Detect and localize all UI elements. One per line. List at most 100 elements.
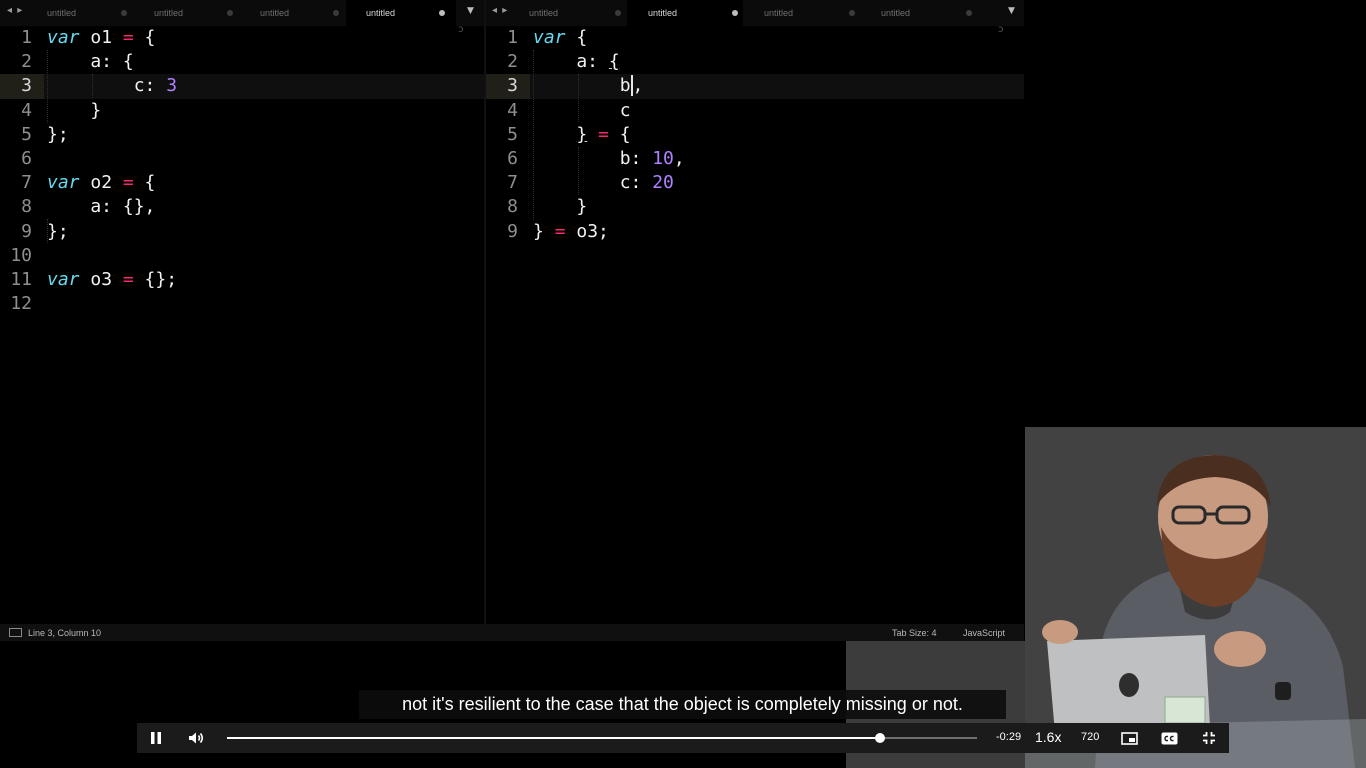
tab-left-2[interactable]: untitled [134,0,240,26]
code-line[interactable]: 1 var { [486,26,1024,50]
tab-overflow-chevron-icon[interactable]: ▼ [467,6,474,16]
line-gutter[interactable]: 5 [0,123,44,147]
picture-in-picture-icon [1120,731,1138,745]
tab-close-dot-icon[interactable] [849,10,855,16]
progress-bar[interactable] [227,733,977,743]
line-gutter[interactable]: 2 [0,50,44,74]
line-number: 6 [507,147,518,169]
line-number: 7 [507,172,518,194]
line-gutter[interactable]: 4 [0,99,44,123]
tab-left-1[interactable]: untitled [28,0,134,26]
tab-close-dot-icon[interactable] [615,10,621,16]
tab-close-dot-icon[interactable] [439,10,445,16]
token: a: {}, [47,196,156,218]
code-text: var o3 = {}; [47,268,177,292]
speaker-video [1025,427,1366,768]
line-gutter[interactable]: 7 [486,171,530,195]
code-line[interactable]: 1 var o1 = { [0,26,484,50]
code-line[interactable]: 7 c: 20 [486,171,1024,195]
code-text: } = { [533,123,630,147]
pause-button[interactable] [141,723,171,753]
line-gutter[interactable]: 3 [486,74,530,99]
status-bar: Line 3, Column 10 Tab Size: 4 JavaScript [0,624,1024,641]
quality-button[interactable]: 720 [1081,731,1099,743]
code-line[interactable]: 3 b, [486,74,1024,99]
code-line[interactable]: 11 var o3 = {}; [0,268,484,292]
picture-in-picture-button[interactable] [1114,723,1144,753]
code-line[interactable]: 12 [0,292,484,316]
code-line[interactable]: 5 } = { [486,123,1024,147]
closed-captions-button[interactable] [1154,723,1184,753]
tab-close-dot-icon[interactable] [333,10,339,16]
tab-left-3[interactable]: untitled [240,0,346,26]
tab-right-1[interactable]: untitled [512,0,627,26]
tab-close-dot-icon[interactable] [966,10,972,16]
code-line[interactable]: 10 [0,244,484,268]
volume-button[interactable] [181,723,211,753]
tab-right-2-active[interactable]: untitled [627,0,743,26]
line-gutter[interactable]: 12 [0,292,44,316]
tab-left-4-active[interactable]: untitled [346,0,456,26]
token: c [533,99,631,121]
tab-close-dot-icon[interactable] [732,10,738,16]
video-control-bar: -0:29 1.6x 720 [137,723,1229,753]
token-op: = [122,172,134,194]
tab-right-4[interactable]: untitled [860,0,977,26]
tab-size-setting[interactable]: Tab Size: 4 [892,628,937,638]
line-number: 5 [507,123,518,145]
exit-fullscreen-button[interactable] [1194,723,1224,753]
closed-captions-icon [1161,732,1177,744]
token: } [533,196,588,218]
line-number: 2 [21,51,32,73]
tab-close-dot-icon[interactable] [227,10,233,16]
code-line[interactable]: 6 b: 10, [486,147,1024,171]
syntax-mode[interactable]: JavaScript [963,628,1005,638]
line-gutter[interactable]: 7 [0,171,44,195]
line-gutter[interactable]: 8 [486,195,530,219]
tab-label: untitled [47,8,77,18]
code-line[interactable]: 3 c: 3 [0,74,484,99]
console-panel-icon[interactable] [9,628,22,637]
line-gutter[interactable]: 9 [0,220,44,244]
line-gutter[interactable]: 1 [0,26,44,50]
line-gutter[interactable]: 10 [0,244,44,268]
code-line[interactable]: 7 var o2 = { [0,171,484,195]
line-gutter[interactable]: 3 [0,74,44,99]
code-lines-left[interactable]: 1 var o1 = {2 a: {3 c: 34 } 5}; 6 7 var o2 = … [0,26,484,316]
code-line[interactable]: 6 [0,147,484,171]
line-gutter[interactable]: 6 [486,147,530,171]
tab-overflow-chevron-icon[interactable]: ▼ [1008,6,1015,16]
code-line[interactable]: 2 a: { [0,50,484,74]
code-line[interactable]: 9}; [0,220,484,244]
indent-guide [578,74,580,122]
tab-close-dot-icon[interactable] [121,10,127,16]
line-gutter[interactable]: 1 [486,26,530,50]
line-gutter[interactable]: 2 [486,50,530,74]
code-editor-window: ◂ ▸ untitled untitled untitled untitled … [0,0,1024,641]
code-text: } = o3; [533,220,609,244]
code-line[interactable]: 4 c [486,99,1024,123]
tab-navigation-arrows-icon[interactable]: ◂ ▸ [492,5,508,16]
code-line[interactable]: 5}; [0,123,484,147]
subtitle-caption: not it's resilient to the case that the … [359,690,1006,719]
code-line[interactable]: 8 a: {}, [0,195,484,219]
code-line[interactable]: 4 } [0,99,484,123]
code-text: }; [47,123,69,147]
tab-right-3[interactable]: untitled [743,0,860,26]
token: c: [47,75,167,97]
code-line[interactable]: 9} = o3; [486,220,1024,244]
code-line[interactable]: 2 a: { [486,50,1024,74]
line-gutter[interactable]: 11 [0,268,44,292]
playback-speed-button[interactable]: 1.6x [1035,729,1061,745]
cursor-position[interactable]: Line 3, Column 10 [28,628,101,638]
line-gutter[interactable]: 8 [0,195,44,219]
line-gutter[interactable]: 9 [486,220,530,244]
line-gutter[interactable]: 4 [486,99,530,123]
line-gutter[interactable]: 5 [486,123,530,147]
code-line[interactable]: 8 } [486,195,1024,219]
progress-scrubber-handle[interactable] [875,733,886,743]
code-lines-right[interactable]: 1 var {2 a: {3 b,4 c5 } = {6 b: 10, 7 c: 2… [486,26,1024,244]
tab-navigation-arrows-icon[interactable]: ◂ ▸ [7,5,23,16]
token: a: [533,51,609,73]
line-gutter[interactable]: 6 [0,147,44,171]
